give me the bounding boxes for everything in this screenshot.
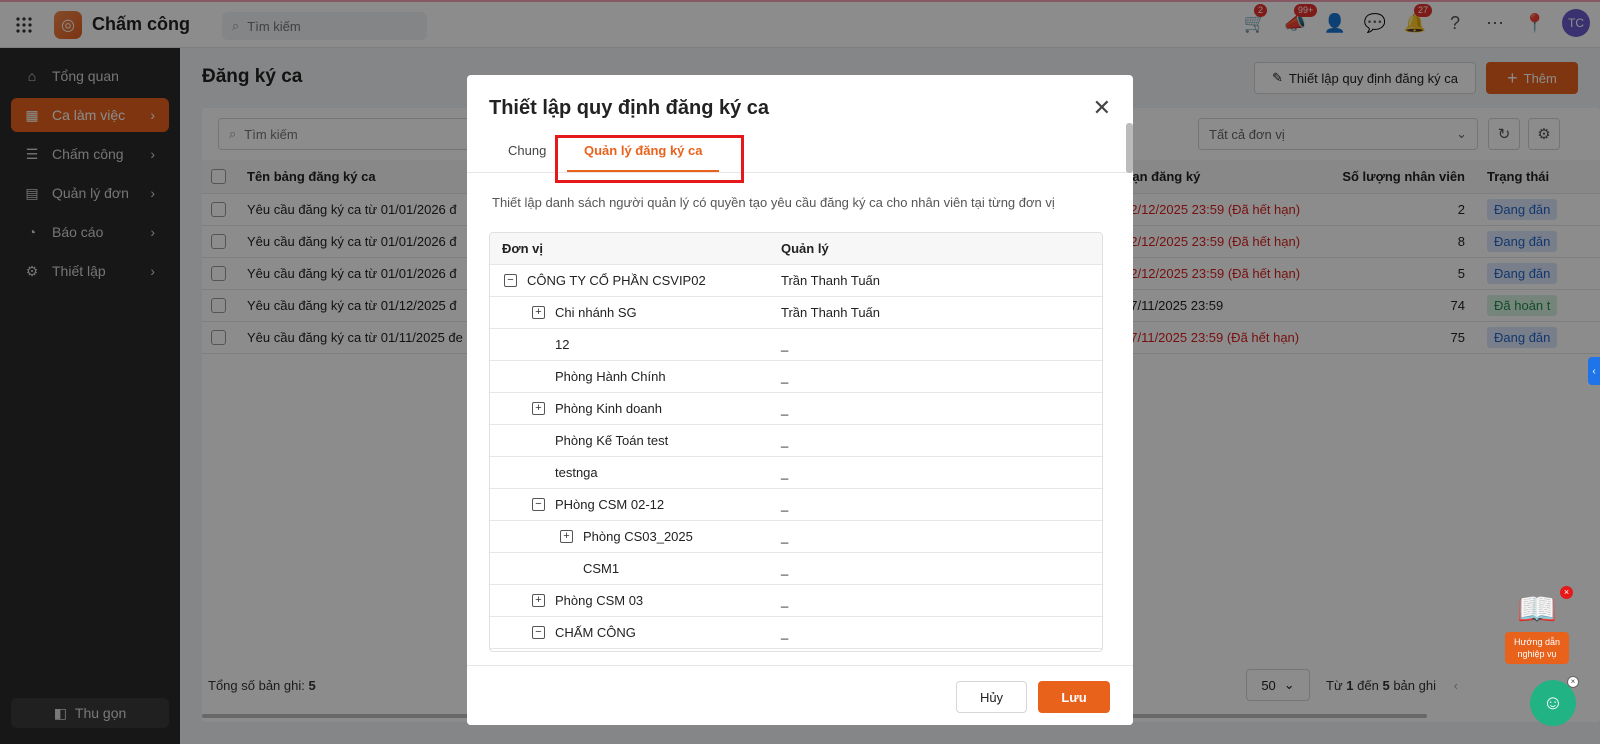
tree-manager[interactable]: _ [781,561,788,576]
tree-unit-cell: CSM1 [560,561,619,576]
tree-unit-name: Phòng CSM 03 [555,593,644,608]
collapse-icon[interactable]: − [532,626,545,639]
shift-rule-modal: Thiết lập quy định đăng ký ca ✕ Chung Qu… [467,75,1133,725]
tree-manager[interactable]: _ [781,401,788,416]
modal-scrollbar[interactable] [1126,123,1133,173]
tree-manager[interactable]: _ [781,497,788,512]
tree-header-unit: Đơn vị [502,241,544,256]
tree-unit-cell: + Phòng Kinh doanh [532,401,662,416]
tab-general[interactable]: Chung [508,143,546,158]
expand-icon[interactable]: + [560,530,573,543]
tree-unit-name: CHẤM CÔNG [555,625,636,640]
tree-row[interactable]: Phòng Kế Toán test _ [490,425,1102,457]
chevron-left-icon: ‹ [1592,365,1596,377]
book-icon: 📖 [1517,591,1557,627]
guide-label-line2: nghiệp vụ [1517,649,1557,659]
tree-unit-name: PHòng CSM 02-12 [555,497,665,512]
tree-unit-name: Phòng CS03_2025 [583,529,693,544]
modal-footer: Hủy Lưu [467,665,1133,725]
collapse-icon[interactable]: − [504,274,517,287]
tree-row[interactable]: 12 _ [490,329,1102,361]
tree-unit-name: Chi nhánh SG [555,305,637,320]
side-panel-toggle[interactable]: ‹ [1588,357,1600,385]
tree-row[interactable]: + Phòng CS03_2025 _ [490,521,1102,553]
tree-unit-name: 12 [555,337,570,352]
tree-unit-name: Phòng Hành Chính [555,369,666,384]
expand-icon[interactable]: + [532,594,545,607]
tree-unit-name: Phòng Kinh doanh [555,401,662,416]
tree-row[interactable]: − CÔNG TY CỔ PHẦN CSVIP02 Trần Thanh Tuấn [490,265,1102,297]
expand-icon[interactable]: + [532,306,545,319]
tree-unit-cell: 12 [532,337,569,352]
close-chatbot-icon[interactable]: × [1567,676,1579,688]
tree-row[interactable]: + Phòng Kinh doanh _ [490,393,1102,425]
guide-label-line1: Hướng dẫn [1514,637,1560,647]
tree-unit-name: CSM1 [583,561,620,576]
save-button[interactable]: Lưu [1038,681,1110,713]
tree-manager[interactable]: _ [781,529,788,544]
tree-unit-cell: testnga [532,465,598,480]
tree-manager[interactable]: Trần Thanh Tuấn [781,273,880,288]
tree-unit-cell: − CHẤM CÔNG [532,625,636,640]
tree-manager[interactable]: _ [781,369,788,384]
tree-header: Đơn vị Quản lý [490,233,1102,265]
tree-row[interactable]: + Chi nhánh SG Trần Thanh Tuấn [490,297,1102,329]
tree-unit-cell: + Phòng CSM 03 [532,593,643,608]
tree-row[interactable]: − PHòng CSM 02-12 _ [490,489,1102,521]
modal-description: Thiết lập danh sách người quản lý có quy… [492,195,1055,210]
collapse-icon[interactable]: − [532,498,545,511]
tree-manager[interactable]: _ [781,593,788,608]
tree-header-manager: Quản lý [781,241,829,256]
tree-unit-name: testnga [555,465,598,480]
tree-row[interactable]: − CHẤM CÔNG _ [490,617,1102,649]
tree-row[interactable]: Phòng Hành Chính _ [490,361,1102,393]
tree-unit-cell: Phòng Hành Chính [532,369,666,384]
business-guide-widget[interactable]: 📖 Hướng dẫn nghiệp vụ × [1505,586,1573,664]
tree-unit-name: CÔNG TY CỔ PHẦN CSVIP02 [527,273,706,288]
close-guide-icon[interactable]: × [1560,586,1573,599]
tab-highlight-box [555,135,744,183]
tree-row[interactable]: CSM1 _ [490,553,1102,585]
tree-row[interactable]: + Phòng CSM 03 _ [490,585,1102,617]
tree-unit-cell: − CÔNG TY CỔ PHẦN CSVIP02 [504,273,706,288]
tree-unit-cell: + Phòng CS03_2025 [560,529,693,544]
tree-manager[interactable]: _ [781,433,788,448]
tree-manager[interactable]: Trần Thanh Tuấn [781,305,880,320]
modal-title: Thiết lập quy định đăng ký ca [489,97,770,119]
tree-unit-cell: − PHòng CSM 02-12 [532,497,664,512]
tree-unit-cell: + Chi nhánh SG [532,305,637,320]
robot-icon: ☺ [1542,691,1564,714]
tree-manager[interactable]: _ [781,625,788,640]
unit-manager-tree: Đơn vị Quản lý − CÔNG TY CỔ PHẦN CSVIP02 T… [489,232,1103,652]
guide-label: Hướng dẫn nghiệp vụ [1505,632,1569,664]
tree-row[interactable]: testnga _ [490,457,1102,489]
tree-unit-name: Phòng Kế Toán test [555,433,669,448]
tree-manager[interactable]: _ [781,337,788,352]
tree-unit-cell: Phòng Kế Toán test [532,433,668,448]
expand-icon[interactable]: + [532,402,545,415]
close-icon[interactable]: ✕ [1093,95,1111,121]
tree-manager[interactable]: _ [781,465,788,480]
cancel-button[interactable]: Hủy [956,681,1027,713]
